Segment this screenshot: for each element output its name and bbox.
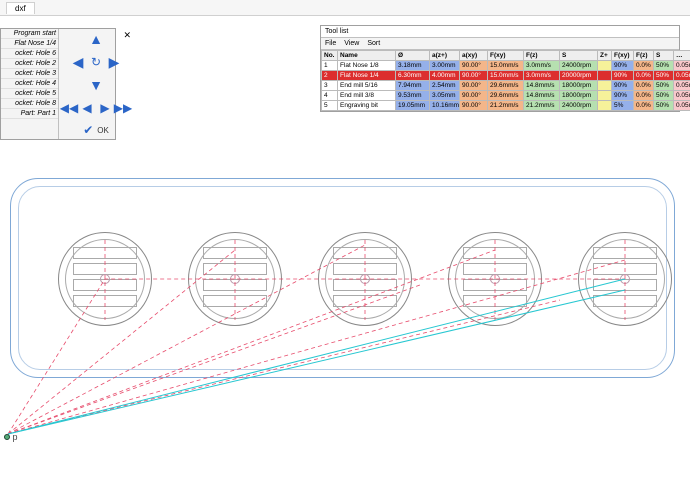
tab-strip: dxf [0, 0, 690, 16]
list-item[interactable]: ocket: Hole 3 [1, 69, 58, 79]
menu-view[interactable]: View [344, 40, 359, 47]
list-item[interactable]: Program start [1, 29, 58, 39]
list-item[interactable]: Flat Nose 1/4 [1, 39, 58, 49]
hole-circle[interactable] [578, 232, 672, 326]
arrow-right-icon[interactable]: ▶ [106, 54, 122, 70]
ok-check-icon: ✔ [83, 123, 93, 137]
tool-row[interactable]: 4End mill 3/89.53mm3.05mm90.00°29.6mm/s1… [322, 91, 690, 101]
close-icon[interactable]: ✕ [123, 30, 131, 41]
step-prev-icon[interactable]: ◀ [79, 100, 95, 116]
tool-row[interactable]: 2Flat Nose 1/46.30mm4.00mm90.00°15.0mm/s… [322, 71, 690, 81]
program-list: Program start Flat Nose 1/4 ocket: Hole … [1, 29, 59, 139]
hole-circle[interactable] [318, 232, 412, 326]
list-item[interactable]: ocket: Hole 4 [1, 79, 58, 89]
step-last-icon[interactable]: ▶▶ [115, 100, 131, 116]
arrow-down-icon[interactable]: ▼ [88, 77, 104, 93]
arrow-left-icon[interactable]: ◀ [70, 54, 86, 70]
step-next-icon[interactable]: ▶ [97, 100, 113, 116]
list-item[interactable]: ocket: Hole 8 [1, 99, 58, 109]
cam-canvas[interactable]: p [0, 150, 690, 500]
tool-row[interactable]: 1Flat Nose 1/83.18mm3.00mm90.00°15.0mm/s… [322, 61, 690, 71]
menu-sort[interactable]: Sort [367, 40, 380, 47]
arrow-up-icon[interactable]: ▲ [88, 31, 104, 47]
list-item[interactable]: ocket: Hole 6 [1, 49, 58, 59]
hole-circle[interactable] [188, 232, 282, 326]
hole-circle[interactable] [448, 232, 542, 326]
ok-button[interactable]: OK [97, 126, 109, 135]
program-panel: Program start Flat Nose 1/4 ocket: Hole … [0, 28, 116, 140]
tool-grid-header: No.Name Øa(z+) a(xy)F(xy) F(z)S Z+F(xy) … [322, 51, 690, 61]
tool-list-title: Tool list [321, 26, 679, 38]
step-first-icon[interactable]: ◀◀ [61, 100, 77, 116]
nav-pad: ✕ ▲ ◀ ↻ ▶ ▼ ◀◀ ◀ ▶ ▶▶ ✔ OK [59, 29, 133, 139]
menu-file[interactable]: File [325, 40, 336, 47]
rotate-ccw-icon[interactable]: ↻ [88, 54, 104, 70]
tool-list-panel: Tool list File View Sort No.Name Øa(z+) … [320, 25, 680, 112]
list-item[interactable]: Part: Part 1 [1, 109, 58, 119]
document-tab[interactable]: dxf [6, 2, 35, 14]
tool-list-menu: File View Sort [321, 38, 679, 50]
origin-label: p [13, 432, 18, 442]
origin-dot-icon [4, 434, 10, 440]
tool-grid: No.Name Øa(z+) a(xy)F(xy) F(z)S Z+F(xy) … [321, 50, 690, 111]
tool-row[interactable]: 5Engraving bit19.05mm10.16mm90.00°21.2mm… [322, 101, 690, 111]
tool-row[interactable]: 3End mill 5/167.94mm2.54mm90.00°29.6mm/s… [322, 81, 690, 91]
hole-circle[interactable] [58, 232, 152, 326]
origin-marker: p [4, 432, 18, 442]
list-item[interactable]: ocket: Hole 5 [1, 89, 58, 99]
list-item[interactable]: ocket: Hole 2 [1, 59, 58, 69]
